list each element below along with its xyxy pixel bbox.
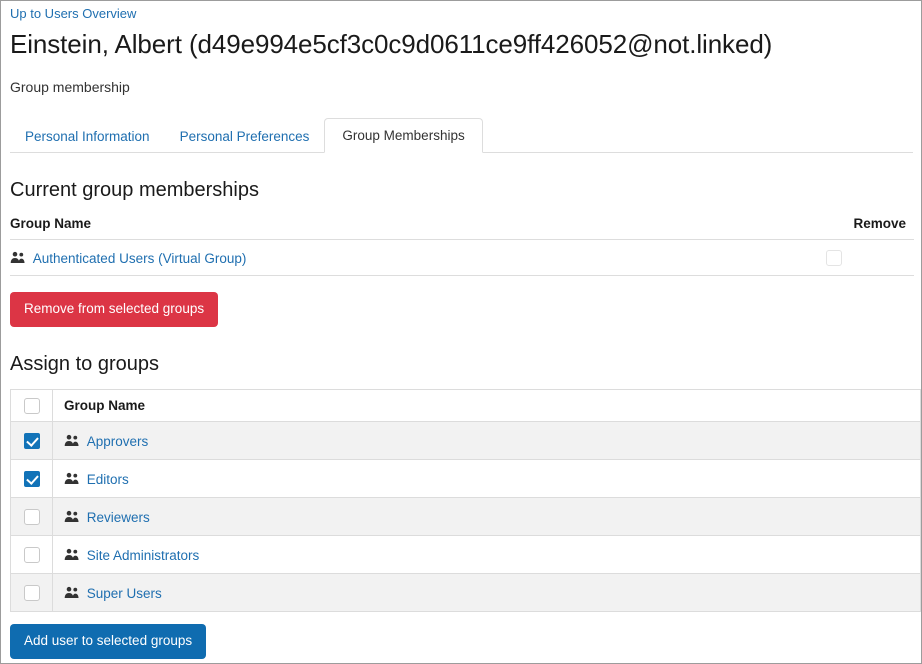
select-all-checkbox[interactable] <box>23 398 40 415</box>
cell-select-checkbox <box>10 573 53 613</box>
assign-groups-title: Assign to groups <box>10 353 159 376</box>
tab-group-memberships[interactable]: Group Memberships <box>324 118 483 153</box>
table-row: Approvers <box>10 421 921 461</box>
assign-groups-table: Group Name Approvers Editors Reviewers S… <box>10 389 921 613</box>
page-content: Up to Users Overview Einstein, Albert (d… <box>1 1 921 660</box>
table-row: Super Users <box>10 573 921 613</box>
cell-group-name: Authenticated Users (Virtual Group) <box>10 239 804 277</box>
add-user-to-selected-groups-button[interactable]: Add user to selected groups <box>10 624 207 660</box>
table-header-row: Group Name <box>10 389 921 423</box>
assign-checkbox-editors[interactable] <box>23 471 40 488</box>
current-memberships-table: Group Name Remove Authenticated Users (V… <box>10 216 914 277</box>
people-icon <box>64 510 80 523</box>
add-button-container: Add user to selected groups <box>10 624 913 660</box>
people-icon <box>64 586 80 599</box>
group-link-site-administrators[interactable]: Site Administrators <box>87 548 200 563</box>
cell-group-name: Reviewers <box>52 497 921 537</box>
cell-select-checkbox <box>10 535 53 575</box>
group-link-approvers[interactable]: Approvers <box>87 434 149 449</box>
group-link-super-users[interactable]: Super Users <box>87 586 162 601</box>
table-row: Editors <box>10 459 921 499</box>
people-icon <box>64 472 80 485</box>
group-link-editors[interactable]: Editors <box>87 472 129 487</box>
assign-checkbox-reviewers[interactable] <box>23 509 40 526</box>
cell-group-name: Super Users <box>52 573 921 613</box>
tab-personal-preferences[interactable]: Personal Preferences <box>165 120 325 153</box>
cell-remove-checkbox <box>804 239 914 277</box>
table-row: Site Administrators <box>10 535 921 575</box>
cell-select-checkbox <box>10 421 53 461</box>
column-header-group-name: Group Name <box>10 216 804 240</box>
cell-group-name: Editors <box>52 459 921 499</box>
table-row: Reviewers <box>10 497 921 537</box>
cell-group-name: Approvers <box>52 421 921 461</box>
tab-personal-information[interactable]: Personal Information <box>10 120 165 153</box>
remove-checkbox[interactable] <box>826 250 842 267</box>
remove-from-selected-groups-button[interactable]: Remove from selected groups <box>10 292 219 328</box>
column-header-group-name: Group Name <box>52 389 921 423</box>
people-icon <box>64 548 80 561</box>
assign-checkbox-super-users[interactable] <box>23 585 40 602</box>
page-subtitle: Group membership <box>10 79 130 95</box>
current-memberships-title: Current group memberships <box>10 179 259 201</box>
page-title: Einstein, Albert (d49e994e5cf3c0c9d0611c… <box>10 29 773 59</box>
breadcrumb-up-to-users-overview[interactable]: Up to Users Overview <box>10 1 136 22</box>
table-header-row: Group Name Remove <box>10 216 914 240</box>
people-icon <box>10 251 26 264</box>
group-link-reviewers[interactable]: Reviewers <box>87 510 150 525</box>
people-icon <box>64 434 80 447</box>
cell-group-name: Site Administrators <box>52 535 921 575</box>
assign-checkbox-approvers[interactable] <box>23 433 40 450</box>
assign-checkbox-site-administrators[interactable] <box>23 547 40 564</box>
cell-select-checkbox <box>10 497 53 537</box>
column-header-select-all <box>10 389 53 423</box>
cell-select-checkbox <box>10 459 53 499</box>
column-header-remove: Remove <box>804 216 914 240</box>
group-link-authenticated-users[interactable]: Authenticated Users (Virtual Group) <box>33 251 247 266</box>
remove-button-container: Remove from selected groups <box>10 292 913 328</box>
table-row: Authenticated Users (Virtual Group) <box>10 239 914 277</box>
tab-bar: Personal Information Personal Preference… <box>10 118 913 153</box>
browser-window: Up to Users Overview Einstein, Albert (d… <box>0 0 922 664</box>
